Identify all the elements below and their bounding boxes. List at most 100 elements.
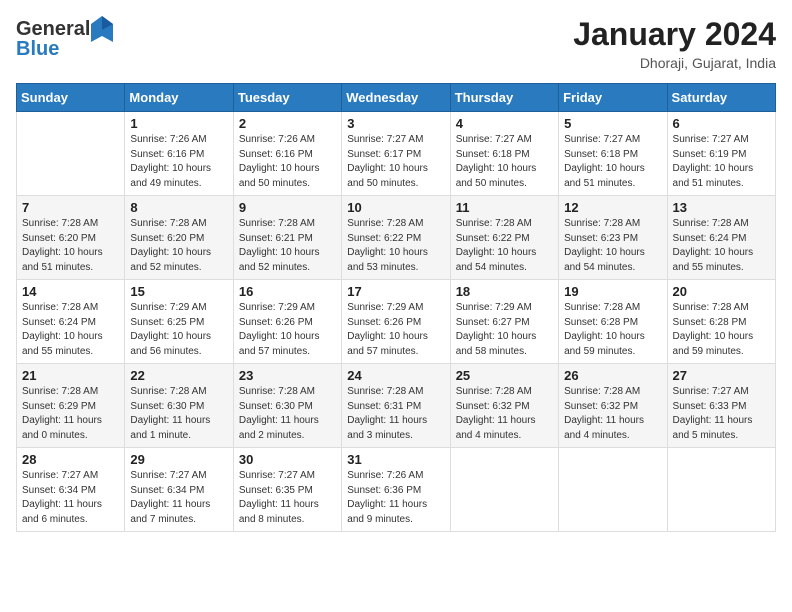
calendar-cell: 29 Sunrise: 7:27 AM Sunset: 6:34 PM Dayli… bbox=[125, 448, 233, 532]
day-number: 10 bbox=[347, 200, 444, 215]
day-info: Sunrise: 7:28 AM Sunset: 6:22 PM Dayligh… bbox=[347, 217, 444, 275]
day-number: 11 bbox=[456, 200, 553, 215]
day-info: Sunrise: 7:26 AM Sunset: 6:36 PM Dayligh… bbox=[347, 469, 444, 527]
column-header-sunday: Sunday bbox=[17, 84, 125, 112]
day-info: Sunrise: 7:27 AM Sunset: 6:34 PM Dayligh… bbox=[130, 469, 227, 527]
location: Dhoraji, Gujarat, India bbox=[573, 55, 776, 71]
calendar-cell: 31 Sunrise: 7:26 AM Sunset: 6:36 PM Dayli… bbox=[342, 448, 450, 532]
calendar-cell: 21Sunrise: 7:28 AM Sunset: 6:29 PM Dayli… bbox=[17, 364, 125, 448]
day-number: 22 bbox=[130, 368, 227, 383]
calendar-cell: 11 Sunrise: 7:28 AM Sunset: 6:22 PM Dayli… bbox=[450, 196, 558, 280]
day-info: Sunrise: 7:29 AM Sunset: 6:26 PM Dayligh… bbox=[347, 301, 444, 359]
day-number: 6 bbox=[673, 116, 770, 131]
week-row-4: 21Sunrise: 7:28 AM Sunset: 6:29 PM Dayli… bbox=[17, 364, 776, 448]
day-info: Sunrise: 7:28 AM Sunset: 6:23 PM Dayligh… bbox=[564, 217, 661, 275]
calendar-cell: 9 Sunrise: 7:28 AM Sunset: 6:21 PM Daylig… bbox=[233, 196, 341, 280]
calendar-cell: 25 Sunrise: 7:28 AM Sunset: 6:32 PM Dayli… bbox=[450, 364, 558, 448]
day-info: Sunrise: 7:28 AM Sunset: 6:21 PM Dayligh… bbox=[239, 217, 336, 275]
day-number: 4 bbox=[456, 116, 553, 131]
day-info: Sunrise: 7:27 AM Sunset: 6:35 PM Dayligh… bbox=[239, 469, 336, 527]
day-number: 29 bbox=[130, 452, 227, 467]
day-info: Sunrise: 7:28 AM Sunset: 6:28 PM Dayligh… bbox=[673, 301, 770, 359]
day-info: Sunrise: 7:28 AM Sunset: 6:30 PM Dayligh… bbox=[239, 385, 336, 443]
day-info: Sunrise: 7:28 AM Sunset: 6:20 PM Dayligh… bbox=[130, 217, 227, 275]
day-info: Sunrise: 7:27 AM Sunset: 6:19 PM Dayligh… bbox=[673, 133, 770, 191]
day-info: Sunrise: 7:28 AM Sunset: 6:31 PM Dayligh… bbox=[347, 385, 444, 443]
calendar-cell: 13 Sunrise: 7:28 AM Sunset: 6:24 PM Dayli… bbox=[667, 196, 775, 280]
logo-blue-text: Blue bbox=[16, 38, 59, 61]
day-info: Sunrise: 7:26 AM Sunset: 6:16 PM Dayligh… bbox=[130, 133, 227, 191]
day-info: Sunrise: 7:28 AM Sunset: 6:24 PM Dayligh… bbox=[673, 217, 770, 275]
week-row-3: 14Sunrise: 7:28 AM Sunset: 6:24 PM Dayli… bbox=[17, 280, 776, 364]
calendar-cell bbox=[559, 448, 667, 532]
day-number: 13 bbox=[673, 200, 770, 215]
day-number: 8 bbox=[130, 200, 227, 215]
calendar-cell: 10 Sunrise: 7:28 AM Sunset: 6:22 PM Dayli… bbox=[342, 196, 450, 280]
month-year: January 2024 bbox=[573, 16, 776, 53]
day-info: Sunrise: 7:28 AM Sunset: 6:28 PM Dayligh… bbox=[564, 301, 661, 359]
page-header: General Blue January 2024 Dhoraji, Gujar… bbox=[16, 16, 776, 71]
day-info: Sunrise: 7:28 AM Sunset: 6:32 PM Dayligh… bbox=[564, 385, 661, 443]
column-header-monday: Monday bbox=[125, 84, 233, 112]
day-info: Sunrise: 7:29 AM Sunset: 6:26 PM Dayligh… bbox=[239, 301, 336, 359]
calendar-cell: 1 Sunrise: 7:26 AM Sunset: 6:16 PM Daylig… bbox=[125, 112, 233, 196]
calendar-cell: 6 Sunrise: 7:27 AM Sunset: 6:19 PM Daylig… bbox=[667, 112, 775, 196]
calendar-cell: 2 Sunrise: 7:26 AM Sunset: 6:16 PM Daylig… bbox=[233, 112, 341, 196]
day-info: Sunrise: 7:27 AM Sunset: 6:18 PM Dayligh… bbox=[564, 133, 661, 191]
calendar-cell bbox=[17, 112, 125, 196]
day-number: 24 bbox=[347, 368, 444, 383]
calendar-cell: 30 Sunrise: 7:27 AM Sunset: 6:35 PM Dayli… bbox=[233, 448, 341, 532]
column-header-thursday: Thursday bbox=[450, 84, 558, 112]
column-header-wednesday: Wednesday bbox=[342, 84, 450, 112]
calendar-cell: 19Sunrise: 7:28 AM Sunset: 6:28 PM Dayli… bbox=[559, 280, 667, 364]
day-number: 16 bbox=[239, 284, 336, 299]
day-number: 25 bbox=[456, 368, 553, 383]
day-number: 31 bbox=[347, 452, 444, 467]
calendar-header-row: SundayMondayTuesdayWednesdayThursdayFrid… bbox=[17, 84, 776, 112]
calendar-cell: 24 Sunrise: 7:28 AM Sunset: 6:31 PM Dayli… bbox=[342, 364, 450, 448]
calendar-cell: 5 Sunrise: 7:27 AM Sunset: 6:18 PM Daylig… bbox=[559, 112, 667, 196]
day-number: 30 bbox=[239, 452, 336, 467]
calendar-cell: 17 Sunrise: 7:29 AM Sunset: 6:26 PM Dayli… bbox=[342, 280, 450, 364]
calendar-cell: 20 Sunrise: 7:28 AM Sunset: 6:28 PM Dayli… bbox=[667, 280, 775, 364]
day-number: 5 bbox=[564, 116, 661, 131]
day-info: Sunrise: 7:28 AM Sunset: 6:29 PM Dayligh… bbox=[22, 385, 119, 443]
calendar-cell: 4Sunrise: 7:27 AM Sunset: 6:18 PM Daylig… bbox=[450, 112, 558, 196]
calendar-cell: 15Sunrise: 7:29 AM Sunset: 6:25 PM Dayli… bbox=[125, 280, 233, 364]
calendar-cell: 12 Sunrise: 7:28 AM Sunset: 6:23 PM Dayli… bbox=[559, 196, 667, 280]
calendar-cell: 14Sunrise: 7:28 AM Sunset: 6:24 PM Dayli… bbox=[17, 280, 125, 364]
calendar-cell: 28Sunrise: 7:27 AM Sunset: 6:34 PM Dayli… bbox=[17, 448, 125, 532]
day-number: 18 bbox=[456, 284, 553, 299]
week-row-2: 7Sunrise: 7:28 AM Sunset: 6:20 PM Daylig… bbox=[17, 196, 776, 280]
calendar-table: SundayMondayTuesdayWednesdayThursdayFrid… bbox=[16, 83, 776, 532]
day-number: 1 bbox=[130, 116, 227, 131]
day-info: Sunrise: 7:29 AM Sunset: 6:27 PM Dayligh… bbox=[456, 301, 553, 359]
day-number: 9 bbox=[239, 200, 336, 215]
calendar-cell bbox=[667, 448, 775, 532]
day-number: 17 bbox=[347, 284, 444, 299]
day-number: 2 bbox=[239, 116, 336, 131]
day-number: 12 bbox=[564, 200, 661, 215]
day-number: 3 bbox=[347, 116, 444, 131]
calendar-cell: 16 Sunrise: 7:29 AM Sunset: 6:26 PM Dayli… bbox=[233, 280, 341, 364]
calendar-cell: 3Sunrise: 7:27 AM Sunset: 6:17 PM Daylig… bbox=[342, 112, 450, 196]
calendar-cell: 18 Sunrise: 7:29 AM Sunset: 6:27 PM Dayli… bbox=[450, 280, 558, 364]
logo: General Blue bbox=[16, 16, 114, 61]
day-info: Sunrise: 7:28 AM Sunset: 6:32 PM Dayligh… bbox=[456, 385, 553, 443]
day-number: 20 bbox=[673, 284, 770, 299]
logo-icon bbox=[91, 16, 113, 42]
calendar-cell: 27Sunrise: 7:27 AM Sunset: 6:33 PM Dayli… bbox=[667, 364, 775, 448]
calendar-cell bbox=[450, 448, 558, 532]
day-info: Sunrise: 7:28 AM Sunset: 6:22 PM Dayligh… bbox=[456, 217, 553, 275]
calendar-cell: 7Sunrise: 7:28 AM Sunset: 6:20 PM Daylig… bbox=[17, 196, 125, 280]
day-number: 28 bbox=[22, 452, 119, 467]
day-number: 23 bbox=[239, 368, 336, 383]
day-info: Sunrise: 7:26 AM Sunset: 6:16 PM Dayligh… bbox=[239, 133, 336, 191]
column-header-saturday: Saturday bbox=[667, 84, 775, 112]
day-info: Sunrise: 7:28 AM Sunset: 6:20 PM Dayligh… bbox=[22, 217, 119, 275]
calendar-cell: 22Sunrise: 7:28 AM Sunset: 6:30 PM Dayli… bbox=[125, 364, 233, 448]
calendar-cell: 8 Sunrise: 7:28 AM Sunset: 6:20 PM Daylig… bbox=[125, 196, 233, 280]
day-number: 26 bbox=[564, 368, 661, 383]
title-block: January 2024 Dhoraji, Gujarat, India bbox=[573, 16, 776, 71]
column-header-friday: Friday bbox=[559, 84, 667, 112]
